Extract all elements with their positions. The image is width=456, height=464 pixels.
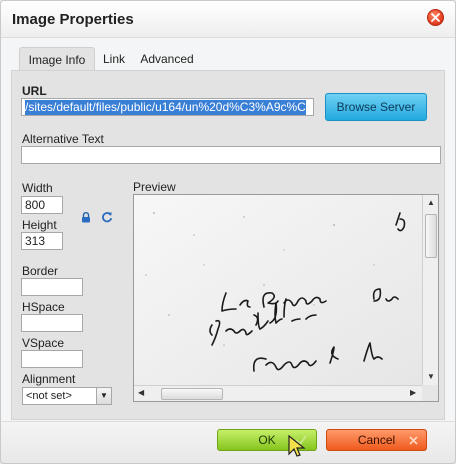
preview-image (134, 195, 422, 385)
dialog-footer: OK Cancel (1, 421, 455, 463)
url-field[interactable]: /sites/default/files/public/u164/un%20d%… (21, 98, 314, 116)
hspace-label: HSpace (22, 300, 65, 314)
alt-text-field[interactable] (21, 146, 441, 164)
preview-pane: ▲ ▼ ◀ ▶ (133, 194, 439, 402)
alignment-value: <not set> (26, 390, 72, 402)
border-label: Border (22, 264, 59, 278)
image-info-panel: URL /sites/default/files/public/u164/un%… (11, 70, 445, 420)
dialog-title: Image Properties (12, 11, 134, 28)
ok-label: OK (258, 433, 276, 447)
scroll-left-icon[interactable]: ◀ (138, 389, 144, 397)
cancel-button[interactable]: Cancel (326, 429, 427, 451)
url-label: URL (22, 84, 47, 98)
close-button[interactable] (427, 9, 444, 26)
lock-ratio-button[interactable] (81, 212, 91, 226)
cancel-label: Cancel (357, 433, 396, 447)
height-field[interactable]: 313 (21, 232, 63, 250)
horizontal-scroll-thumb[interactable] (161, 388, 223, 400)
alt-text-label: Alternative Text (22, 132, 104, 146)
mouse-cursor-icon (288, 434, 306, 457)
hspace-field[interactable] (21, 314, 83, 332)
scroll-corner (422, 385, 438, 401)
chevron-down-icon: ▼ (96, 388, 111, 404)
alignment-select[interactable]: <not set> ▼ (22, 387, 112, 405)
width-field[interactable]: 800 (21, 196, 63, 214)
alignment-label: Alignment (22, 372, 76, 386)
x-icon (409, 436, 418, 445)
lock-icon (82, 212, 90, 223)
dialog-titlebar[interactable]: Image Properties (1, 1, 455, 38)
browse-server-button[interactable]: Browse Server (325, 93, 427, 121)
reset-size-button[interactable] (101, 211, 113, 226)
url-value: /sites/default/files/public/u164/un%20d%… (25, 100, 306, 115)
preview-label: Preview (133, 180, 176, 194)
vspace-field[interactable] (21, 350, 83, 368)
image-properties-dialog: Image Properties Image Info Link Advance… (0, 0, 456, 464)
border-field[interactable] (21, 278, 83, 296)
scroll-down-icon[interactable]: ▼ (427, 373, 435, 381)
scroll-up-icon[interactable]: ▲ (427, 199, 435, 207)
close-icon (431, 13, 440, 22)
preview-horizontal-scrollbar[interactable]: ◀ ▶ (134, 385, 422, 401)
tab-link[interactable]: Link (97, 47, 131, 71)
tab-image-info[interactable]: Image Info (19, 47, 95, 71)
reset-size-icon (102, 212, 113, 223)
vertical-scroll-thumb[interactable] (425, 214, 437, 258)
scroll-right-icon[interactable]: ▶ (410, 389, 416, 397)
preview-vertical-scrollbar[interactable]: ▲ ▼ (422, 195, 438, 385)
tab-advanced[interactable]: Advanced (135, 47, 199, 71)
vspace-label: VSpace (22, 336, 65, 350)
height-label: Height (22, 218, 57, 232)
width-label: Width (22, 181, 53, 195)
